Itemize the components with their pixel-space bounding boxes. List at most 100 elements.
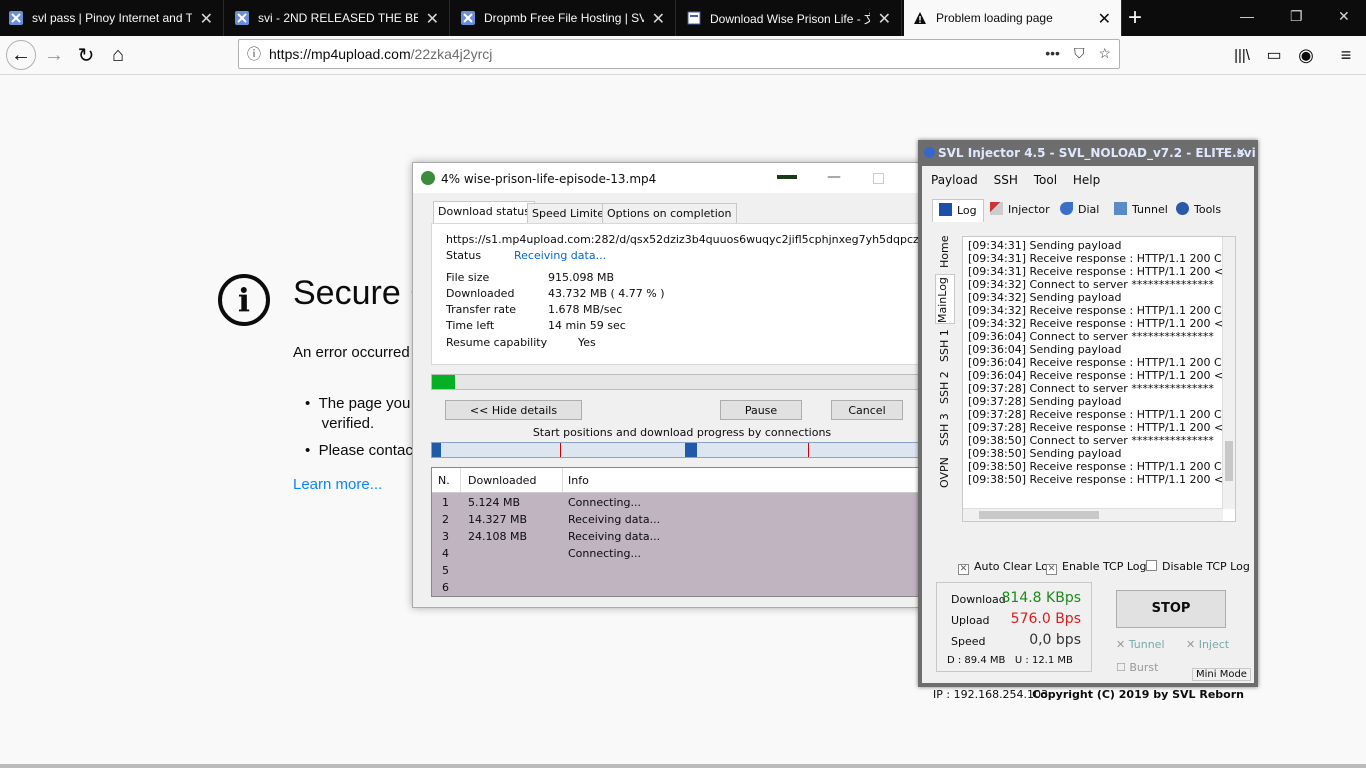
hide-details-button[interactable]: << Hide details: [445, 400, 582, 420]
side-tab-ssh1[interactable]: SSH 1: [938, 328, 951, 362]
menu-payload[interactable]: Payload: [931, 173, 978, 187]
minimize-icon[interactable]: —: [827, 169, 841, 185]
table-row: 3 24.108 MB Receiving data...: [442, 530, 661, 543]
close-tab-icon[interactable]: ✕: [426, 9, 439, 29]
svl-favicon-icon: [8, 10, 24, 26]
menu-ssh[interactable]: SSH: [994, 173, 1018, 187]
menu-help[interactable]: Help: [1073, 173, 1100, 187]
browser-tab-active[interactable]: Problem loading page ✕: [904, 0, 1122, 36]
connections-table: N. Downloaded Info 1 5.124 MB Connecting..…: [431, 467, 919, 597]
stop-button[interactable]: STOP: [1116, 590, 1226, 628]
browser-tab-4[interactable]: Download Wise Prison Life - 文 ✕: [678, 0, 902, 36]
side-tab-ssh3[interactable]: SSH 3: [938, 412, 951, 446]
restore-window-icon[interactable]: ❐: [1290, 8, 1303, 25]
library-icon[interactable]: |||\: [1228, 42, 1256, 68]
table-row: 2 14.327 MB Receiving data...: [442, 513, 661, 526]
log-box[interactable]: [09:34:31] Sending payload [09:34:31] Re…: [962, 236, 1236, 522]
tab-download-status[interactable]: Download status: [433, 201, 535, 224]
side-tab-mainlog[interactable]: MainLog: [935, 274, 955, 324]
tools-icon: [1176, 202, 1189, 215]
close-tab-icon[interactable]: ✕: [200, 9, 213, 29]
tunnel-checkbox[interactable]: ✕ Tunnel: [1116, 638, 1165, 651]
menu-icon[interactable]: ≡: [1332, 42, 1360, 68]
downloaded-value: 43.732 MB ( 4.77 % ): [548, 287, 665, 300]
tab-tunnel[interactable]: Tunnel: [1114, 199, 1168, 221]
minimize-icon[interactable]: —: [1218, 145, 1230, 159]
inject-checkbox[interactable]: ✕ Inject: [1186, 638, 1229, 651]
pocket-icon[interactable]: ⛉: [1074, 45, 1085, 62]
svl-title: SVL Injector 4.5 - SVL_NOLOAD_v7.2 - ELI…: [938, 146, 1256, 160]
side-tabs: Home MainLog SSH 1 SSH 2 SSH 3 OVPN: [934, 232, 956, 522]
browser-tab-2[interactable]: svi - 2ND RELEASED THE BEST S ✕: [226, 0, 450, 36]
side-tab-ovpn[interactable]: OVPN: [938, 454, 951, 488]
pause-button[interactable]: Pause: [720, 400, 802, 420]
log-line: [09:37:28] Sending payload: [968, 395, 1122, 408]
error-list: • The page you verified. • Please contac: [305, 395, 413, 459]
idm-icon: [421, 171, 435, 185]
url-bar[interactable]: ⓘ https://mp4upload.com/22zka4j2yrcj •••…: [238, 39, 1120, 69]
close-tab-icon[interactable]: ✕: [878, 9, 891, 29]
menu-tool[interactable]: Tool: [1034, 173, 1057, 187]
close-tab-icon[interactable]: ✕: [1098, 9, 1111, 29]
tab-injector[interactable]: Injector: [990, 199, 1050, 221]
maximize-icon[interactable]: [873, 173, 884, 184]
home-icon[interactable]: ⌂: [104, 42, 132, 68]
ip-address: IP : 192.168.254.103: [933, 688, 1049, 701]
mini-mode-button[interactable]: Mini Mode: [1192, 668, 1251, 681]
sidebar-icon[interactable]: ▭: [1260, 42, 1288, 68]
tab-speed-limiter[interactable]: Speed Limiter: [527, 203, 614, 224]
burst-checkbox[interactable]: ☐ Burst: [1116, 661, 1158, 674]
forward-icon[interactable]: →: [40, 42, 68, 68]
log-vertical-scrollbar[interactable]: [1222, 237, 1235, 509]
site-info-icon[interactable]: ⓘ: [239, 44, 269, 64]
auto-clear-log-checkbox[interactable]: ✕ Auto Clear Log: [958, 560, 1055, 575]
totals: D : 89.4 MB U : 12.1 MB: [947, 655, 1073, 666]
close-window-icon[interactable]: ✕: [1338, 8, 1350, 25]
new-tab-icon[interactable]: +: [1128, 4, 1142, 32]
disable-tcp-log-checkbox[interactable]: Disable TCP Log: [1146, 560, 1250, 573]
learn-more-link[interactable]: Learn more...: [293, 476, 382, 493]
log-line: [09:38:50] Receive response : HTTP/1.1 2…: [968, 473, 1236, 486]
log-horizontal-scrollbar[interactable]: [963, 508, 1223, 521]
file-size-value: 915.098 MB: [548, 271, 615, 284]
back-icon[interactable]: ←: [6, 40, 36, 70]
side-tab-ssh2[interactable]: SSH 2: [938, 370, 951, 404]
globe-icon: [924, 147, 935, 158]
tab-log[interactable]: Log: [932, 199, 984, 222]
error-bullet: The page you: [318, 395, 411, 412]
log-line: [09:34:32] Sending payload: [968, 291, 1122, 304]
tab-options-on-completion[interactable]: Options on completion: [602, 203, 737, 224]
transfer-rate-value: 1.678 MB/sec: [548, 303, 623, 316]
close-tab-icon[interactable]: ✕: [652, 9, 665, 29]
account-icon[interactable]: ◉: [1292, 42, 1320, 68]
browser-tab-3[interactable]: Dropmb Free File Hosting | SVL ✕: [452, 0, 676, 36]
minimize-window-icon[interactable]: —: [1240, 8, 1254, 24]
stats-panel: Download 814.8 KBps Upload 576.0 Bps Spe…: [936, 582, 1092, 672]
bookmark-star-icon[interactable]: ☆: [1098, 45, 1111, 62]
tab-strip: svl pass | Pinoy Internet and Tec ✕ svi …: [0, 0, 1366, 36]
reload-icon[interactable]: ↻: [72, 42, 100, 68]
browser-tab-1[interactable]: svl pass | Pinoy Internet and Tec ✕: [0, 0, 224, 36]
log-line: [09:34:32] Receive response : HTTP/1.1 2…: [968, 304, 1236, 317]
tab-title: Download Wise Prison Life - 文: [710, 11, 870, 26]
svl-favicon-icon: [234, 10, 250, 26]
enable-tcp-log-checkbox[interactable]: ✕ Enable TCP Log: [1046, 560, 1147, 575]
cancel-button[interactable]: Cancel: [831, 400, 903, 420]
table-row: 1 5.124 MB Connecting...: [442, 496, 641, 509]
log-line: [09:37:28] Receive response : HTTP/1.1 2…: [968, 408, 1236, 421]
close-icon[interactable]: ✕: [1236, 145, 1246, 159]
resume-row: Resume capability Yes: [446, 336, 596, 349]
transfer-rate-row: Transfer rate 1.678 MB/sec: [446, 303, 623, 316]
warning-icon: [912, 10, 928, 26]
table-row: 6: [442, 581, 449, 594]
status-value: Receiving data...: [514, 249, 607, 262]
side-tab-home[interactable]: Home: [938, 234, 951, 268]
tab-title: Problem loading page: [936, 11, 1053, 25]
tunnel-icon: [1114, 202, 1127, 215]
col-n: N.: [438, 474, 450, 487]
log-line: [09:34:31] Receive response : HTTP/1.1 2…: [968, 252, 1236, 265]
tab-tools[interactable]: Tools: [1176, 199, 1221, 221]
page-actions-icon[interactable]: •••: [1045, 45, 1060, 62]
copyright: Copyright (C) 2019 by SVL Reborn: [1032, 688, 1244, 701]
tab-dial[interactable]: Dial: [1060, 199, 1099, 221]
